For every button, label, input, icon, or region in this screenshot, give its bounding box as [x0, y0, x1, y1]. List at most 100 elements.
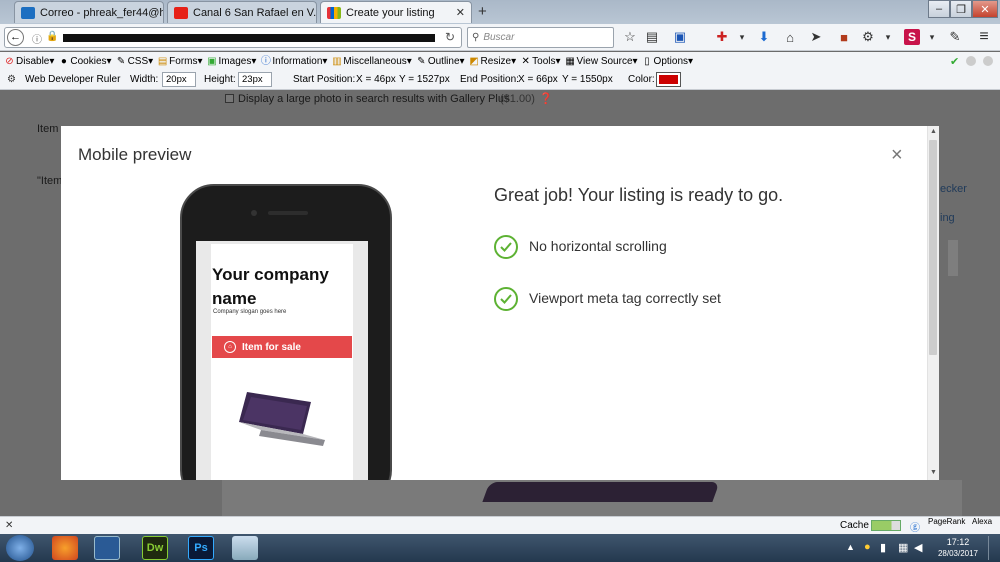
tab-mail[interactable]: Correo - phreak_fer44@hot... — [14, 1, 164, 23]
chevron-down-icon[interactable]: ▾ — [880, 29, 896, 45]
cookies-icon: ● — [60, 55, 67, 67]
webdev-label: Information — [272, 55, 323, 67]
app-icon[interactable] — [232, 536, 258, 560]
phone-speaker — [268, 211, 308, 215]
tab-label: Create your listing — [346, 6, 435, 19]
end-y-value: Y = 1550px — [562, 74, 613, 85]
gallery-checkbox[interactable] — [225, 94, 234, 103]
check-viewport-meta: Viewport meta tag correctly set — [529, 290, 721, 306]
search-input[interactable]: ⚲ Buscar — [467, 27, 614, 48]
tools-icon[interactable]: ⚙ — [860, 29, 876, 45]
chevron-down-icon[interactable]: ▾ — [924, 29, 940, 45]
close-window-button[interactable]: ✕ — [972, 0, 998, 18]
cart-icon: ⌂ — [224, 341, 236, 353]
menu-icon[interactable]: ≡ — [976, 28, 992, 45]
clock-time: 17:12 — [946, 537, 970, 547]
gear-icon[interactable]: ⚙ — [7, 74, 16, 85]
webdev-outline[interactable]: ✎ Outline ▾ — [416, 55, 464, 67]
close-icon[interactable]: × — [891, 145, 903, 165]
chevron-down-icon[interactable]: ▾ — [734, 29, 750, 45]
checker-link[interactable]: ecker — [940, 183, 967, 195]
webdev-css[interactable]: ✎ CSS ▾ — [116, 55, 153, 67]
information-icon: ⓘ — [260, 55, 271, 67]
start-button[interactable] — [6, 535, 34, 561]
home-icon[interactable]: ⌂ — [782, 29, 798, 45]
company-name: Your company name — [212, 265, 329, 308]
view-source-icon: ▦ — [565, 55, 575, 67]
new-tab-button[interactable]: + — [478, 3, 487, 20]
show-desktop-button[interactable] — [988, 536, 998, 560]
cache-meter — [871, 520, 901, 531]
tools-icon: ✕ — [521, 55, 530, 67]
bookmark-star-icon[interactable]: ☆ — [622, 29, 638, 45]
photoshop-icon[interactable]: Ps — [188, 536, 214, 560]
height-input[interactable]: 23px — [238, 72, 272, 87]
tray-expand-icon[interactable]: ▲ — [846, 542, 855, 552]
url-bar[interactable]: ← ⓘ 🔒 ↻ — [4, 27, 462, 48]
scroll-up-icon[interactable]: ▲ — [930, 128, 937, 135]
download-icon[interactable]: ⬇ — [756, 29, 772, 45]
status-dot-icon — [983, 56, 993, 66]
webdev-disable[interactable]: ⊘ Disable ▾ — [4, 56, 54, 67]
laptop-image — [482, 482, 720, 502]
css-icon: ✎ — [116, 55, 126, 67]
color-swatch[interactable] — [656, 72, 681, 87]
desktop-icon[interactable] — [94, 536, 120, 560]
alexa-label: Alexa — [972, 517, 993, 526]
webdev-images[interactable]: ▣ Images ▾ — [207, 56, 256, 67]
pocket-icon[interactable]: ➤ — [808, 29, 824, 45]
dreamweaver-icon[interactable]: Dw — [142, 536, 168, 560]
back-icon[interactable]: ← — [7, 29, 24, 46]
webdev-miscellaneous[interactable]: ▥ Miscellaneous ▾ — [331, 55, 412, 67]
webdev-resize[interactable]: ◩ Resize ▾ — [469, 55, 516, 67]
width-label: Width: — [130, 74, 159, 85]
webdev-label: Resize — [480, 55, 512, 67]
tab-youtube[interactable]: Canal 6 San Rafael en V... 🔊 — [167, 1, 317, 23]
webdev-cookies[interactable]: ● Cookies ▾ — [58, 55, 112, 67]
maximize-button[interactable]: ❐ — [950, 0, 972, 18]
tab-label: Canal 6 San Rafael en V... — [193, 6, 317, 19]
scroll-down-icon[interactable]: ▼ — [930, 469, 937, 476]
ruler-toolbar: ⚙ Web Developer Ruler Width: 20px Height… — [0, 70, 1000, 90]
reading-list-icon[interactable]: ▤ — [644, 29, 660, 45]
mobile-preview-modal: Mobile preview × Your company name Compa… — [61, 126, 939, 480]
webdev-options[interactable]: ▯ Options ▾ — [642, 55, 693, 67]
pagerank-icon: ⓖ — [910, 523, 920, 534]
firefox-icon[interactable] — [52, 536, 78, 560]
modal-scrollbar-thumb[interactable] — [929, 140, 937, 355]
clock-date: 28/03/2017 — [937, 549, 979, 558]
tab-label: Correo - phreak_fer44@hot... — [40, 6, 164, 19]
height-label: Height: — [204, 74, 236, 85]
webdev-forms[interactable]: ▤ Forms ▾ — [157, 56, 203, 67]
minimize-button[interactable]: – — [928, 0, 950, 18]
help-icon[interactable]: ❓ — [539, 92, 553, 105]
miscellaneous-icon: ▥ — [332, 55, 342, 67]
extension-icon[interactable]: ■ — [836, 29, 852, 45]
close-icon[interactable]: ✕ — [5, 520, 13, 531]
width-input[interactable]: 20px — [162, 72, 196, 87]
check-circle-icon — [494, 287, 518, 311]
network-icon: ▦ — [898, 542, 909, 554]
reload-icon[interactable]: ↻ — [445, 30, 455, 44]
info-icon[interactable]: ⓘ — [32, 31, 42, 46]
page-scrollbar[interactable] — [948, 240, 958, 276]
addon-icon[interactable]: ✚ — [714, 29, 730, 45]
webdev-label: Outline — [427, 55, 460, 67]
tab-close-icon[interactable]: ✕ — [450, 6, 465, 19]
end-x-value: X = 66px — [518, 74, 558, 85]
tray-icon: ● — [864, 541, 871, 553]
status-dot-icon — [966, 56, 976, 66]
search-placeholder: Buscar — [483, 32, 515, 43]
webdev-view-source[interactable]: ▦ View Source ▾ — [565, 55, 637, 67]
webdev-tools[interactable]: ✕ Tools ▾ — [520, 56, 560, 67]
s-extension-icon[interactable]: S — [904, 29, 920, 45]
options-icon: ▯ — [644, 55, 650, 67]
save-icon[interactable]: ▣ — [672, 29, 688, 45]
page-link[interactable]: ing — [940, 212, 955, 224]
validation-check-icon: ✔ — [950, 56, 960, 68]
webdev-information[interactable]: ⓘ Information ▾ — [260, 55, 328, 67]
ebay-icon — [327, 6, 341, 19]
wrench-icon[interactable]: ✎ — [947, 29, 963, 45]
tab-create-listing[interactable]: Create your listing ✕ — [320, 1, 472, 23]
start-position-label: Start Position: — [293, 74, 356, 85]
